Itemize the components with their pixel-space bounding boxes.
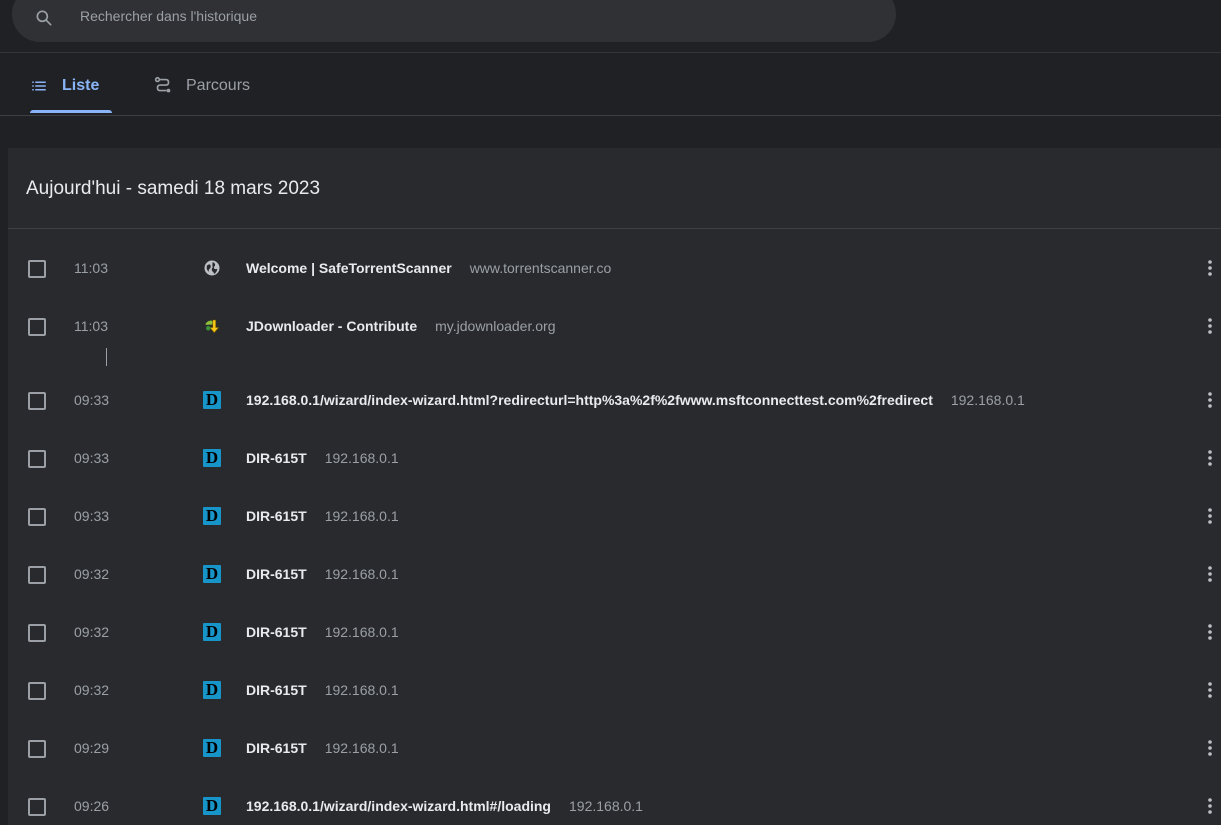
- page-title[interactable]: DIR-615T 192.168.0.1: [246, 682, 399, 698]
- row-checkbox[interactable]: [28, 740, 46, 758]
- row-checkbox[interactable]: [28, 508, 46, 526]
- page-title-text[interactable]: DIR-615T: [246, 450, 307, 466]
- page-domain: 192.168.0.1: [950, 392, 1025, 408]
- page-domain: 192.168.0.1: [324, 740, 399, 756]
- visit-time: 09:33: [74, 508, 110, 524]
- page-title-text[interactable]: JDownloader - Contribute: [246, 318, 417, 334]
- history-row[interactable]: 09:32 D DIR-615T 192.168.0.1: [8, 548, 1221, 606]
- dlink-icon: D: [203, 797, 221, 815]
- search-bar[interactable]: [12, 0, 896, 42]
- page-title-text[interactable]: DIR-615T: [246, 566, 307, 582]
- dlink-icon: D: [203, 623, 221, 641]
- history-row[interactable]: 09:32 D DIR-615T 192.168.0.1: [8, 606, 1221, 664]
- history-row[interactable]: 11:03 JDownloader - Contribute my.jdownlo…: [8, 300, 1221, 358]
- history-row[interactable]: 11:03 Welcome | SafeTorrentScanner www.to…: [8, 242, 1221, 300]
- more-actions-icon[interactable]: [1206, 258, 1214, 278]
- history-row[interactable]: 09:29 D DIR-615T 192.168.0.1: [8, 722, 1221, 780]
- history-row[interactable]: 09:26 D 192.168.0.1/wizard/index-wizard.…: [8, 780, 1221, 825]
- tab-journeys-label: Parcours: [186, 77, 251, 94]
- more-actions-icon[interactable]: [1206, 622, 1214, 642]
- page-title-text[interactable]: DIR-615T: [246, 682, 307, 698]
- page-title-text[interactable]: 192.168.0.1/wizard/index-wizard.html#/lo…: [246, 798, 551, 814]
- visit-time: 09:29: [74, 740, 110, 756]
- dlink-icon: D: [203, 739, 221, 757]
- day-divider: [8, 228, 1221, 229]
- page-title-text[interactable]: DIR-615T: [246, 624, 307, 640]
- visit-time: 11:03: [74, 318, 108, 334]
- journeys-icon: [154, 76, 171, 93]
- dlink-icon: D: [203, 565, 221, 583]
- visit-time: 09:32: [74, 566, 110, 582]
- page-title[interactable]: JDownloader - Contribute my.jdownloader.o…: [246, 318, 556, 334]
- page-title[interactable]: DIR-615T 192.168.0.1: [246, 508, 399, 524]
- spacer-band: [0, 116, 1221, 148]
- history-row[interactable]: 09:33 D DIR-615T 192.168.0.1: [8, 490, 1221, 548]
- page-title[interactable]: Welcome | SafeTorrentScanner www.torrents…: [246, 260, 611, 276]
- page-title-text[interactable]: Welcome | SafeTorrentScanner: [246, 260, 452, 276]
- history-row[interactable]: 09:33 D 192.168.0.1/wizard/index-wizard.…: [8, 374, 1221, 432]
- visit-time: 09:32: [74, 624, 110, 640]
- page-domain: 192.168.0.1: [324, 508, 399, 524]
- more-actions-icon[interactable]: [1206, 506, 1214, 526]
- page-title[interactable]: DIR-615T 192.168.0.1: [246, 740, 399, 756]
- history-page: Liste Parcours Aujourd'hui - samedi 18 m…: [0, 0, 1221, 825]
- page-title[interactable]: DIR-615T 192.168.0.1: [246, 624, 399, 640]
- active-tab-indicator: [30, 110, 112, 113]
- more-actions-icon[interactable]: [1206, 316, 1214, 336]
- page-title[interactable]: 192.168.0.1/wizard/index-wizard.html#/lo…: [246, 798, 643, 814]
- jdownloader-icon: [205, 319, 220, 334]
- tab-journeys[interactable]: Parcours: [152, 62, 282, 110]
- page-title[interactable]: DIR-615T 192.168.0.1: [246, 566, 399, 582]
- row-checkbox[interactable]: [28, 798, 46, 816]
- visit-time: 09:32: [74, 682, 110, 698]
- page-title[interactable]: 192.168.0.1/wizard/index-wizard.html?red…: [246, 392, 1025, 408]
- page-domain: 192.168.0.1: [324, 624, 399, 640]
- tab-list-label: Liste: [62, 77, 100, 94]
- row-checkbox[interactable]: [28, 260, 46, 278]
- history-toolbar: Liste Parcours: [0, 0, 1221, 116]
- page-title-text[interactable]: DIR-615T: [246, 508, 307, 524]
- history-row[interactable]: 09:32 D DIR-615T 192.168.0.1: [8, 664, 1221, 722]
- more-actions-icon[interactable]: [1206, 680, 1214, 700]
- row-checkbox[interactable]: [28, 566, 46, 584]
- more-actions-icon[interactable]: [1206, 448, 1214, 468]
- list-icon: [32, 81, 46, 91]
- page-domain: 192.168.0.1: [569, 798, 643, 814]
- toolbar-divider: [0, 52, 1221, 53]
- visit-time: 09:33: [74, 392, 110, 408]
- row-checkbox[interactable]: [28, 682, 46, 700]
- visit-time: 09:26: [74, 798, 110, 814]
- search-icon[interactable]: [34, 8, 54, 28]
- history-day-card: Aujourd'hui - samedi 18 mars 2023 11:03 …: [8, 148, 1221, 825]
- dlink-icon: D: [203, 681, 221, 699]
- more-actions-icon[interactable]: [1206, 564, 1214, 584]
- page-domain: 192.168.0.1: [324, 682, 399, 698]
- more-actions-icon[interactable]: [1206, 738, 1214, 758]
- page-domain: www.torrentscanner.co: [469, 260, 612, 276]
- tab-list[interactable]: Liste: [30, 62, 112, 110]
- day-title: Aujourd'hui - samedi 18 mars 2023: [26, 178, 321, 199]
- more-actions-icon[interactable]: [1206, 390, 1214, 410]
- page-domain: 192.168.0.1: [324, 566, 399, 582]
- history-row[interactable]: 09:33 D DIR-615T 192.168.0.1: [8, 432, 1221, 490]
- dlink-icon: D: [203, 391, 221, 409]
- visit-time: 11:03: [74, 260, 108, 276]
- more-actions-icon[interactable]: [1206, 796, 1214, 816]
- page-domain: 192.168.0.1: [324, 450, 399, 466]
- search-input[interactable]: [80, 4, 860, 28]
- row-checkbox[interactable]: [28, 318, 46, 336]
- dlink-icon: D: [203, 449, 221, 467]
- visit-time: 09:33: [74, 450, 110, 466]
- page-title[interactable]: DIR-615T 192.168.0.1: [246, 450, 399, 466]
- row-checkbox[interactable]: [28, 450, 46, 468]
- row-checkbox[interactable]: [28, 392, 46, 410]
- page-domain: my.jdownloader.org: [435, 318, 556, 334]
- globe-icon: [204, 260, 220, 276]
- page-title-text[interactable]: DIR-615T: [246, 740, 307, 756]
- dlink-icon: D: [203, 507, 221, 525]
- page-title-text[interactable]: 192.168.0.1/wizard/index-wizard.html?red…: [246, 392, 933, 408]
- row-checkbox[interactable]: [28, 624, 46, 642]
